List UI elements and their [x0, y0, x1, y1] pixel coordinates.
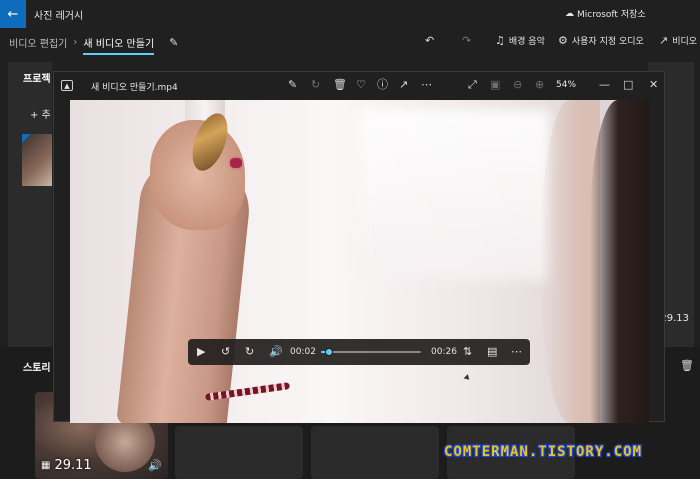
- rename-pencil-icon[interactable]: ✎: [169, 36, 178, 49]
- export-icon: ↗: [659, 34, 669, 47]
- actual-size-icon[interactable]: ▣: [490, 78, 500, 92]
- storyboard-title: 스토리: [23, 363, 51, 374]
- player-title: 새 비디오 만들기.mp4: [91, 83, 178, 93]
- skip-forward-icon[interactable]: ↻: [245, 345, 254, 359]
- video-background-window: [360, 110, 550, 280]
- more-options-icon[interactable]: ⋯: [421, 78, 432, 92]
- breadcrumb-chevron-icon: ›: [73, 36, 78, 48]
- music-note-icon: ♫: [495, 34, 505, 47]
- volume-icon[interactable]: 🔊: [269, 345, 283, 359]
- back-arrow-icon[interactable]: ←: [0, 0, 26, 28]
- rotate-icon[interactable]: ↻: [311, 78, 320, 92]
- project-library-panel: [8, 62, 52, 347]
- more-options-icon[interactable]: ⋯: [511, 345, 522, 359]
- video-gem: [230, 158, 242, 168]
- captions-icon[interactable]: ▤: [487, 345, 497, 359]
- play-icon[interactable]: ▶: [197, 345, 205, 359]
- video-hair: [590, 100, 649, 423]
- zoom-out-icon[interactable]: ⊖: [513, 78, 522, 92]
- undo-icon: ↶: [425, 34, 435, 47]
- skip-back-icon[interactable]: ↺: [221, 345, 230, 359]
- favorite-heart-icon[interactable]: ♡: [356, 78, 366, 92]
- clip-volume-icon[interactable]: 🔊: [148, 459, 162, 472]
- store-link[interactable]: ☁ Microsoft 저장소: [565, 7, 646, 21]
- seek-handle[interactable]: [324, 348, 333, 356]
- edit-icon[interactable]: ✎: [288, 78, 297, 92]
- share-icon[interactable]: ↗: [399, 78, 408, 92]
- zoom-level: 54%: [556, 80, 577, 90]
- app-title: 사진 레거시: [34, 10, 84, 22]
- background-music-label: 배경 음악: [508, 37, 545, 47]
- storyboard-empty-slot[interactable]: [311, 426, 439, 479]
- zoom-in-icon[interactable]: ⊕: [535, 78, 544, 92]
- clip-duration: ▦ 29.11: [41, 458, 92, 473]
- watermark: COMTERMAN.TISTORY.COM: [444, 444, 643, 460]
- selected-marker: [22, 134, 31, 143]
- seek-bar[interactable]: [321, 351, 421, 353]
- custom-audio-button[interactable]: ⚙ 사용자 지정 오디오: [558, 34, 644, 47]
- breadcrumb-current[interactable]: 새 비디오 만들기: [83, 35, 155, 55]
- undo-button[interactable]: ↶: [425, 34, 434, 47]
- cloud-icon: ☁: [565, 8, 574, 19]
- minimize-icon[interactable]: —: [599, 78, 610, 92]
- fullscreen-icon[interactable]: ⤢: [468, 78, 477, 92]
- player-titlebar: ▲ 새 비디오 만들기.mp4 ✎ ↻ 🗑 ♡ ⓘ ↗ ⋯ ⤢ ▣ ⊖ ⊕ 54…: [54, 72, 664, 99]
- custom-audio-label: 사용자 지정 오디오: [571, 37, 644, 47]
- clip-duration-icon: ▦: [41, 460, 51, 471]
- export-video-label: 비디오: [672, 37, 698, 47]
- close-icon[interactable]: ✕: [649, 78, 658, 92]
- clip-duration-value: 29.11: [54, 458, 92, 473]
- store-label: Microsoft 저장소: [577, 10, 646, 20]
- redo-icon: ↷: [462, 34, 472, 47]
- storyboard-empty-slot[interactable]: [175, 426, 303, 479]
- background-music-button[interactable]: ♫ 배경 음악: [495, 34, 545, 47]
- breadcrumb-root[interactable]: 비디오 편집기: [9, 35, 67, 50]
- maximize-icon[interactable]: □: [623, 78, 633, 92]
- current-time: 00:02: [290, 347, 316, 357]
- total-time: 00:26: [431, 347, 457, 357]
- delete-icon[interactable]: 🗑: [333, 78, 347, 92]
- playback-controls: ▶ ↺ ↻ 🔊 00:02 00:26 ⇅ ▤ ⋯: [188, 339, 530, 365]
- photos-app-icon: ▲: [61, 80, 73, 91]
- trash-icon[interactable]: 🗑: [680, 359, 694, 372]
- add-media-button[interactable]: + 추: [30, 106, 51, 121]
- export-video-button[interactable]: ↗ 비디오: [659, 34, 697, 47]
- media-player-window: ▲ 새 비디오 만들기.mp4 ✎ ↻ 🗑 ♡ ⓘ ↗ ⋯ ⤢ ▣ ⊖ ⊕ 54…: [53, 71, 665, 423]
- redo-button[interactable]: ↷: [462, 34, 471, 47]
- project-library-title: 프로젝: [23, 74, 51, 85]
- mouse-cursor-icon: [463, 374, 472, 382]
- video-frame[interactable]: [70, 100, 649, 423]
- repeat-off-icon[interactable]: ⇅: [463, 345, 472, 359]
- custom-audio-icon: ⚙: [558, 34, 568, 47]
- info-icon[interactable]: ⓘ: [377, 78, 388, 92]
